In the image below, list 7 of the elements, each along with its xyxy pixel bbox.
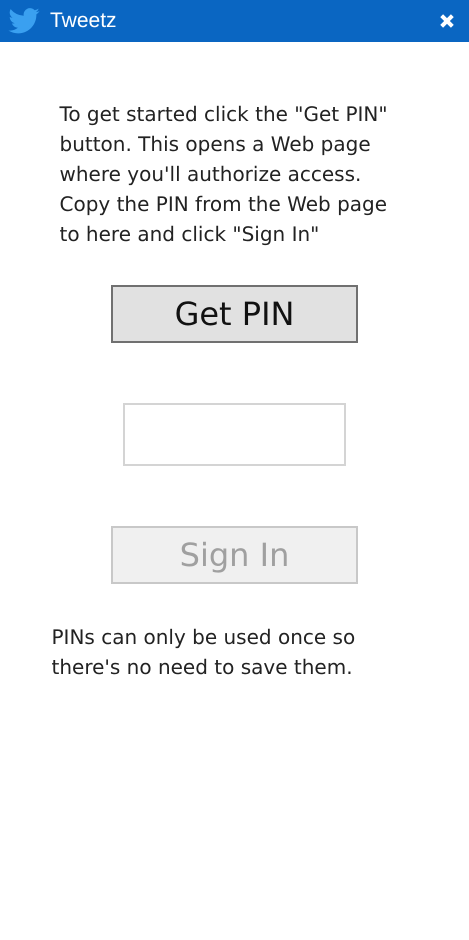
get-pin-button[interactable]: Get PIN	[111, 285, 358, 343]
instructions-text: To get started click the "Get PIN" button. This opens a Web page where you'll authorize access. Copy the PIN from the Web page to here and click "Sign In"	[60, 101, 389, 248]
pin-field[interactable]	[123, 403, 346, 466]
bird-icon	[8, 8, 40, 34]
note-text: PINs can only be used once so there's no need to save them.	[52, 624, 356, 681]
close-icon[interactable]	[439, 13, 455, 29]
window-title: Tweetz	[50, 8, 117, 34]
